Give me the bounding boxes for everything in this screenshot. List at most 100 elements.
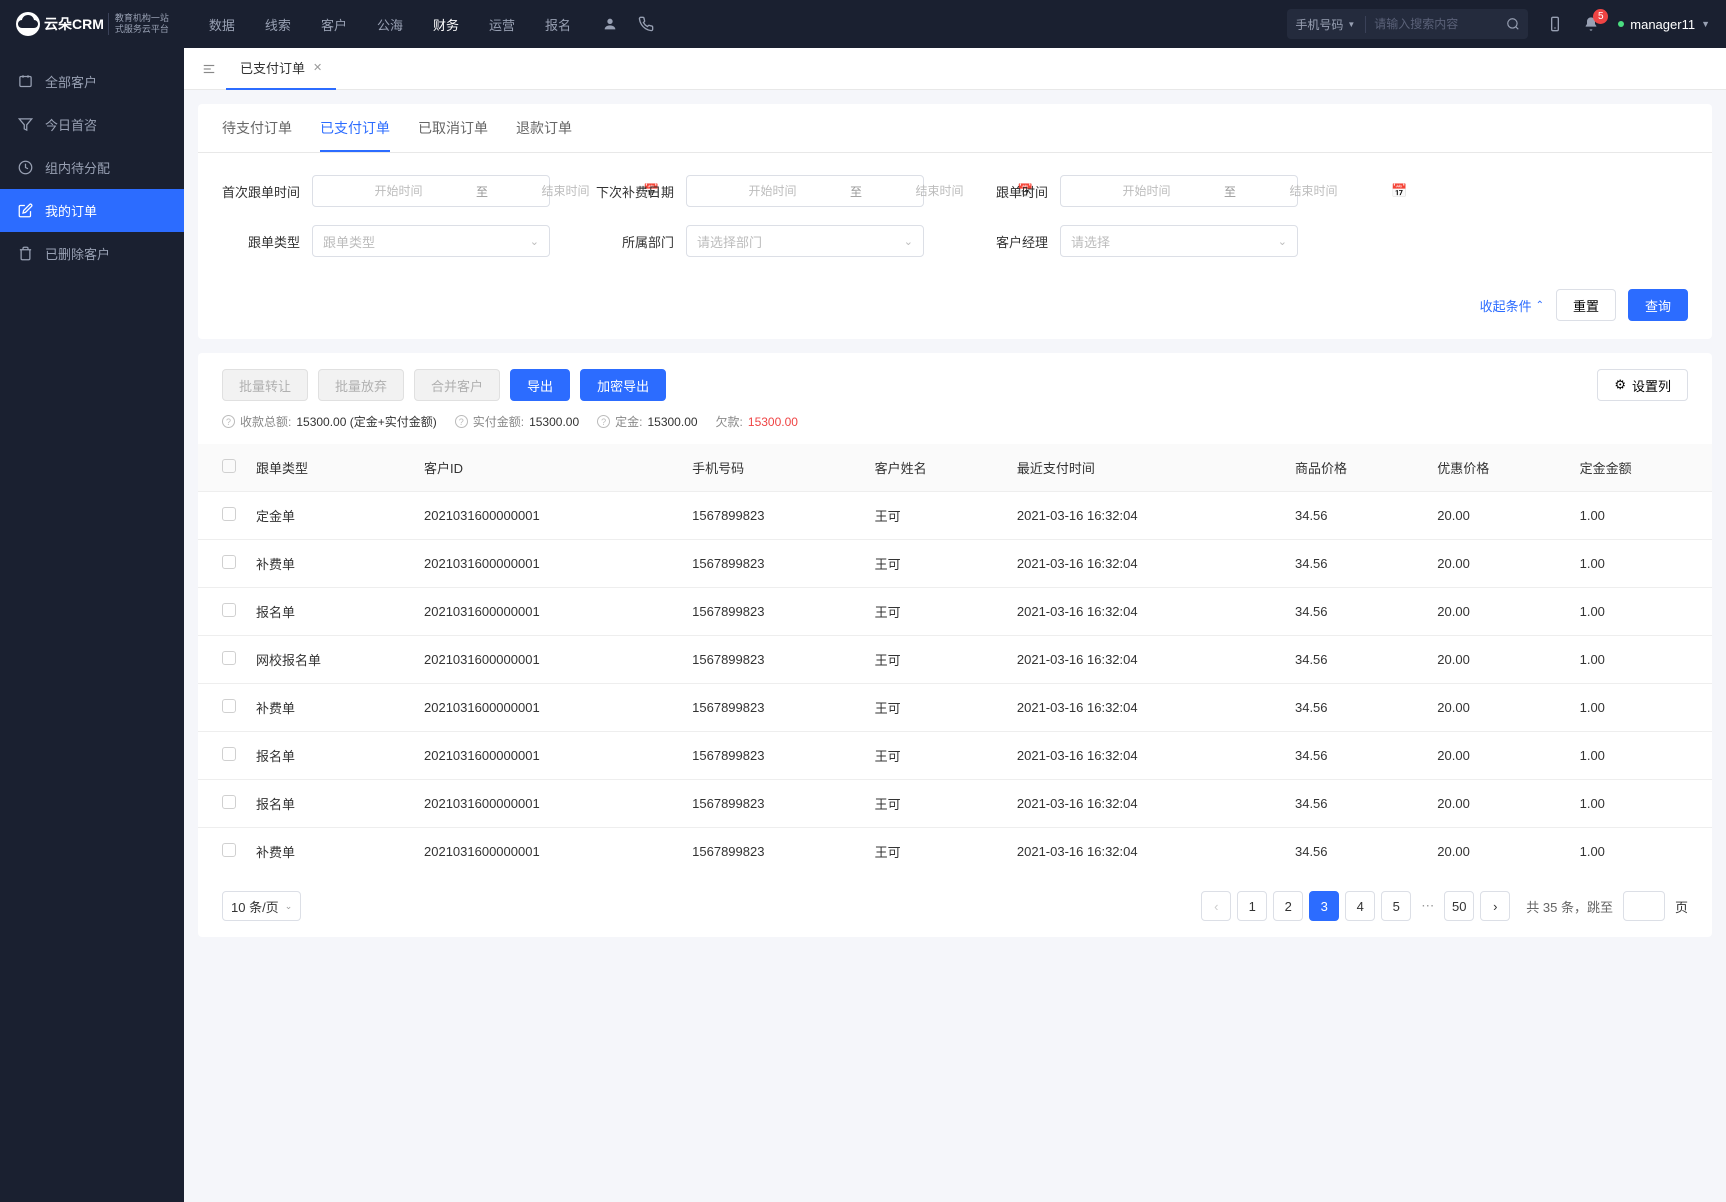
- export-encrypted-button[interactable]: 加密导出: [580, 369, 666, 401]
- top-nav-运营[interactable]: 运营: [489, 15, 515, 34]
- table-row[interactable]: 网校报名单20210316000000011567899823王可2021-03…: [198, 636, 1712, 684]
- row-checkbox[interactable]: [222, 843, 236, 857]
- table-row[interactable]: 补费单20210316000000011567899823王可2021-03-1…: [198, 540, 1712, 588]
- sidebar-label: 全部客户: [45, 72, 97, 91]
- search-icon[interactable]: [1506, 17, 1520, 31]
- phone-icon[interactable]: [637, 15, 655, 33]
- table-row[interactable]: 报名单20210316000000011567899823王可2021-03-1…: [198, 732, 1712, 780]
- table-row[interactable]: 报名单20210316000000011567899823王可2021-03-1…: [198, 780, 1712, 828]
- chevron-down-icon: ⌄: [285, 901, 293, 912]
- user-menu[interactable]: manager11 ▼: [1618, 17, 1710, 32]
- inner-tab[interactable]: 退款订单: [516, 118, 572, 152]
- page-number-button[interactable]: 1: [1237, 891, 1267, 921]
- query-button[interactable]: 查询: [1628, 289, 1688, 321]
- table-row[interactable]: 报名单20210316000000011567899823王可2021-03-1…: [198, 588, 1712, 636]
- row-checkbox[interactable]: [222, 651, 236, 665]
- page-jump-input[interactable]: [1623, 891, 1665, 921]
- end-date-input[interactable]: [1236, 184, 1391, 198]
- sidebar-item-clock[interactable]: 组内待分配: [0, 146, 184, 189]
- page-tab-paid-orders[interactable]: 已支付订单 ✕: [226, 48, 336, 90]
- table-row[interactable]: 补费单20210316000000011567899823王可2021-03-1…: [198, 684, 1712, 732]
- notification-icon[interactable]: 5: [1582, 15, 1600, 33]
- page-tab-bar: 已支付订单 ✕: [184, 48, 1726, 90]
- chevron-down-icon: ▼: [1701, 19, 1710, 29]
- batch-transfer-button[interactable]: 批量转让: [222, 369, 308, 401]
- inner-tab[interactable]: 已取消订单: [418, 118, 488, 152]
- next-page-button[interactable]: ›: [1480, 891, 1510, 921]
- dept-select[interactable]: 请选择部门⌄: [686, 225, 924, 257]
- batch-abandon-button[interactable]: 批量放弃: [318, 369, 404, 401]
- page-tab-label: 已支付订单: [240, 58, 305, 77]
- top-nav-数据[interactable]: 数据: [209, 15, 235, 34]
- prev-page-button[interactable]: ‹: [1201, 891, 1231, 921]
- row-checkbox[interactable]: [222, 507, 236, 521]
- username: manager11: [1630, 17, 1695, 32]
- main-content: 已支付订单 ✕ 待支付订单已支付订单已取消订单退款订单 首次跟单时间 至📅 下次…: [184, 48, 1726, 1202]
- row-checkbox[interactable]: [222, 699, 236, 713]
- sidebar-label: 已删除客户: [45, 244, 110, 263]
- chevron-down-icon: ⌄: [1278, 235, 1287, 248]
- top-nav-报名[interactable]: 报名: [545, 15, 571, 34]
- sidebar-item-edit[interactable]: 我的订单: [0, 189, 184, 232]
- summary-bar: ?收款总额:15300.00 (定金+实付金额) ?实付金额:15300.00 …: [198, 413, 1712, 444]
- follow-time-range[interactable]: 至📅: [1060, 175, 1298, 207]
- filter-dept: 所属部门 请选择部门⌄: [596, 225, 924, 257]
- inner-tab[interactable]: 待支付订单: [222, 118, 292, 152]
- top-nav-客户[interactable]: 客户: [321, 15, 347, 34]
- chevron-down-icon: ⌄: [530, 235, 539, 248]
- follow-type-select[interactable]: 跟单类型⌄: [312, 225, 550, 257]
- start-date-input[interactable]: [695, 184, 850, 198]
- inner-tab[interactable]: 已支付订单: [320, 118, 390, 152]
- collapse-sidebar-icon[interactable]: [192, 62, 226, 76]
- collapse-filters-link[interactable]: 收起条件 ⌃: [1480, 296, 1544, 315]
- sidebar-item-trash[interactable]: 已删除客户: [0, 232, 184, 275]
- merge-button[interactable]: 合并客户: [414, 369, 500, 401]
- next-supp-range[interactable]: 至📅: [686, 175, 924, 207]
- table-row[interactable]: 补费单20210316000000011567899823王可2021-03-1…: [198, 828, 1712, 876]
- filter-manager: 客户经理 请选择⌄: [970, 225, 1298, 257]
- start-date-input[interactable]: [1069, 184, 1224, 198]
- page-number-button[interactable]: 4: [1345, 891, 1375, 921]
- reset-button[interactable]: 重置: [1556, 289, 1616, 321]
- search-type-select[interactable]: 手机号码 ▼: [1295, 16, 1366, 33]
- page-number-button[interactable]: 5: [1381, 891, 1411, 921]
- page-number-button[interactable]: 3: [1309, 891, 1339, 921]
- manager-select[interactable]: 请选择⌄: [1060, 225, 1298, 257]
- row-checkbox[interactable]: [222, 747, 236, 761]
- filter-next-supp: 下次补费日期 至📅: [596, 175, 924, 207]
- info-icon: ?: [597, 415, 610, 428]
- top-nav-财务[interactable]: 财务: [433, 15, 459, 34]
- user-icon[interactable]: [601, 15, 619, 33]
- orders-table: 跟单类型客户ID手机号码客户姓名最近支付时间商品价格优惠价格定金金额 定金单20…: [198, 444, 1712, 875]
- filter-icon: [18, 117, 33, 132]
- sidebar-item-filter[interactable]: 今日首咨: [0, 103, 184, 146]
- mobile-icon[interactable]: [1546, 15, 1564, 33]
- chevron-up-icon: ⌃: [1536, 300, 1544, 311]
- edit-icon: [18, 203, 33, 218]
- start-date-input[interactable]: [321, 184, 476, 198]
- set-columns-button[interactable]: ⚙设置列: [1597, 369, 1688, 401]
- page-number-button[interactable]: 2: [1273, 891, 1303, 921]
- last-page-button[interactable]: 50: [1444, 891, 1474, 921]
- clock-icon: [18, 160, 33, 175]
- info-icon: ?: [222, 415, 235, 428]
- page-size-select[interactable]: 10 条/页⌄: [222, 891, 301, 921]
- sidebar-item-users[interactable]: 全部客户: [0, 60, 184, 103]
- top-nav-公海[interactable]: 公海: [377, 15, 403, 34]
- export-button[interactable]: 导出: [510, 369, 570, 401]
- row-checkbox[interactable]: [222, 603, 236, 617]
- first-follow-range[interactable]: 至📅: [312, 175, 550, 207]
- col-header: 优惠价格: [1427, 444, 1569, 492]
- table-row[interactable]: 定金单20210316000000011567899823王可2021-03-1…: [198, 492, 1712, 540]
- row-checkbox[interactable]: [222, 555, 236, 569]
- online-dot-icon: [1618, 21, 1624, 27]
- row-checkbox[interactable]: [222, 795, 236, 809]
- search-input[interactable]: [1366, 17, 1506, 31]
- info-icon: ?: [455, 415, 468, 428]
- logo[interactable]: 云朵CRM 教育机构一站式服务云平台: [16, 12, 169, 36]
- close-icon[interactable]: ✕: [313, 61, 322, 74]
- table-body: 定金单20210316000000011567899823王可2021-03-1…: [198, 492, 1712, 876]
- select-all-checkbox[interactable]: [222, 459, 236, 473]
- col-header: 商品价格: [1285, 444, 1427, 492]
- top-nav-线索[interactable]: 线索: [265, 15, 291, 34]
